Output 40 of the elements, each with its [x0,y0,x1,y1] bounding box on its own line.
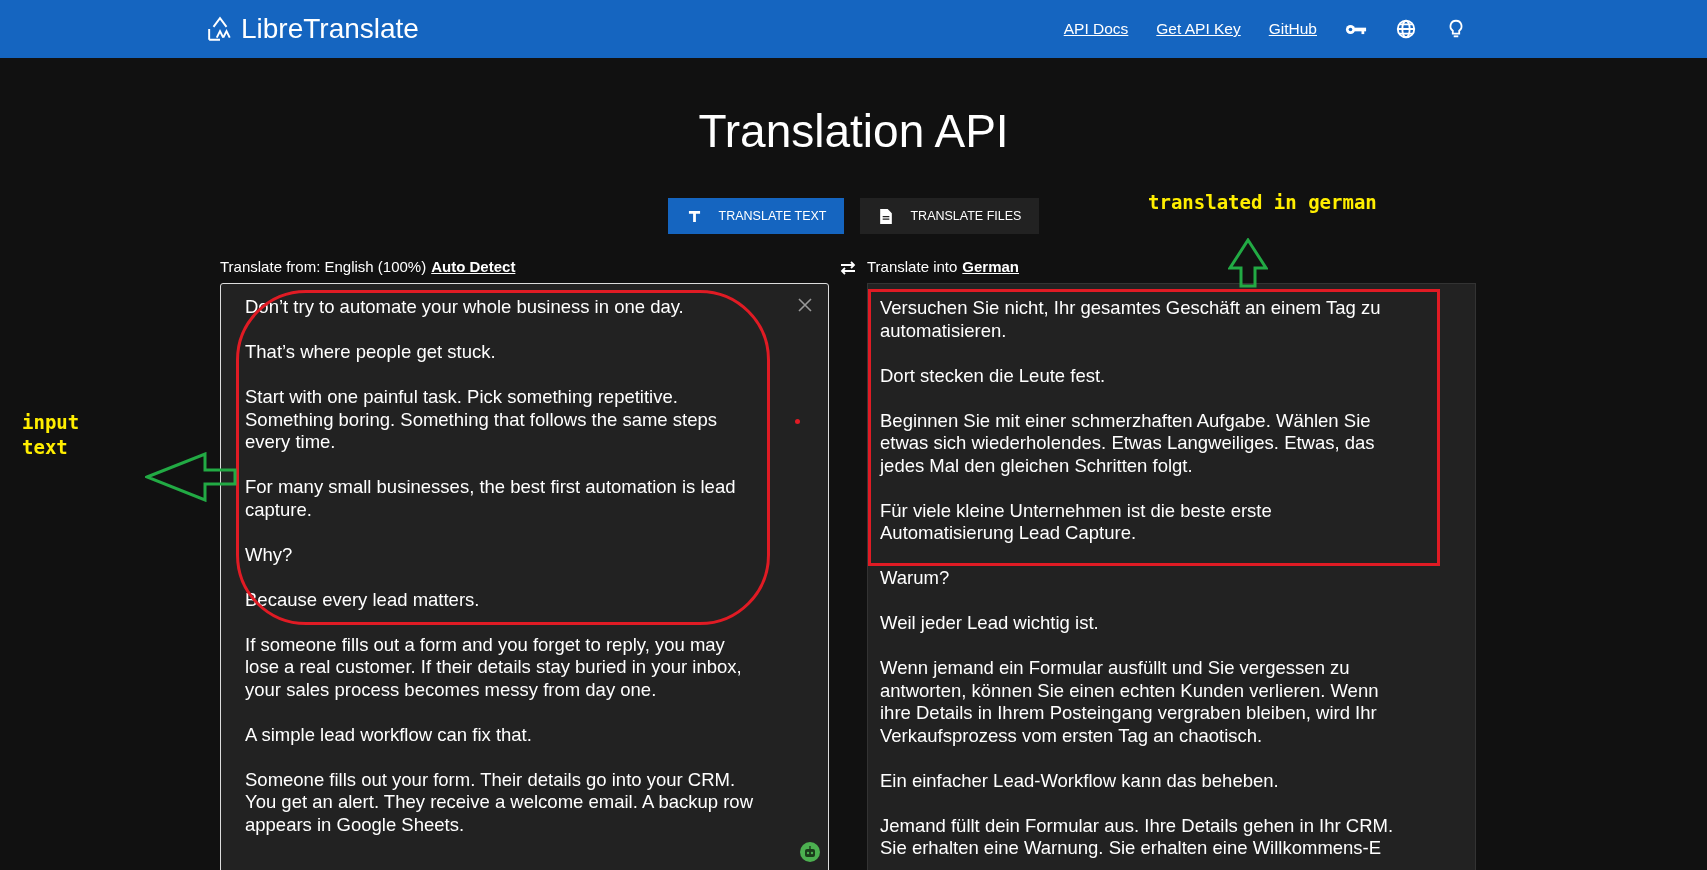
logo-text: LibreTranslate [241,13,419,45]
source-paragraph: Someone fills out your form. Their details go into your CRM. You get an alert. They receive a welcome email. A backup row appears in Google Sheets. [245,768,754,836]
nav-link[interactable]: Get API Key [1156,20,1241,38]
document-icon [880,208,893,224]
translated-paragraph: Warum? [880,567,951,590]
translated-paragraph: Weil jeder Lead wichtig ist. [880,612,1100,635]
annotation-note: input text [22,410,81,460]
target-language-label: Translate into [867,258,958,276]
source-paragraph: That’s where people get stuck. [245,341,497,364]
text-t-icon [687,209,701,223]
source-language-label: Translate from: English (100%) [220,258,427,276]
mode-tab[interactable]: TRANSLATE FILES [860,198,1040,234]
translated-paragraph: Dort stecken die Leute fest. [880,364,1107,387]
dot-mark [795,419,800,424]
translated-paragraph: Ein einfacher Lead-Workflow kann das beheben. [880,769,1280,792]
translated-paragraph: Wenn jemand ein Formular ausfüllt und Sie vergessen zu antworten, können Sie einen echten Kunden verlieren. Wenn ihre Details in Ihrem Posteingang vergraben bleiben, wird Ihr Verkaufsprozess vom ersten Tag an chaotisch. [880,657,1380,747]
translated-paragraph: Jemand füllt dein Formular aus. Ihre Details gehen in Ihr CRM. Sie erhalten eine Warnung. Sie erhalten eine Willkommens-E [880,814,1395,860]
translated-paragraph: Für viele kleine Unternehmen ist die beste erste Automatisierung Lead Capture. [880,499,1273,545]
key-icon[interactable] [1345,22,1367,36]
close-icon[interactable] [798,298,812,312]
source-paragraph: A simple lead workflow can fix that. [245,723,533,746]
robot-icon[interactable] [800,842,820,862]
globe-icon[interactable] [1395,18,1417,40]
up-arrow-annotation [1228,238,1268,288]
source-paragraph: If someone fills out a form and you forget to reply, you may lose a real customer. If their details stay buried in your inbox, your sales process becomes messy from day one. [245,633,743,701]
translated-paragraph: Versuchen Sie nicht, Ihr gesamtes Geschäft an einem Tag zu automatisieren. [880,297,1382,342]
mode-tab[interactable]: TRANSLATE TEXT [667,198,845,234]
source-paragraph: Start with one painful task. Pick something repetitive. Something boring. Something that follows the same steps every time. [245,386,718,454]
source-text-field[interactable] [220,283,829,870]
nav-link[interactable]: API Docs [1063,20,1129,38]
auto-detect-link[interactable]: Auto Detect [431,258,516,276]
annotation-note: translated in german [1148,191,1377,213]
translated-paragraph: Beginnen Sie mit einer schmerzhaften Aufgabe. Wählen Sie etwas sich wiederholendes. Etwas Langweiliges. Etwas, das jedes Mal den gleichen Schritten folgt. [880,409,1376,477]
swap-arrows-icon[interactable] [839,261,857,275]
target-language-link[interactable]: German [962,258,1020,276]
logo-icon [207,16,233,42]
source-paragraph: For many small businesses, the best first automation is lead capture. [245,476,737,521]
page-title: Translation API [697,104,1010,159]
source-paragraph: Why? [245,543,294,566]
nav-link[interactable]: GitHub [1268,20,1317,38]
